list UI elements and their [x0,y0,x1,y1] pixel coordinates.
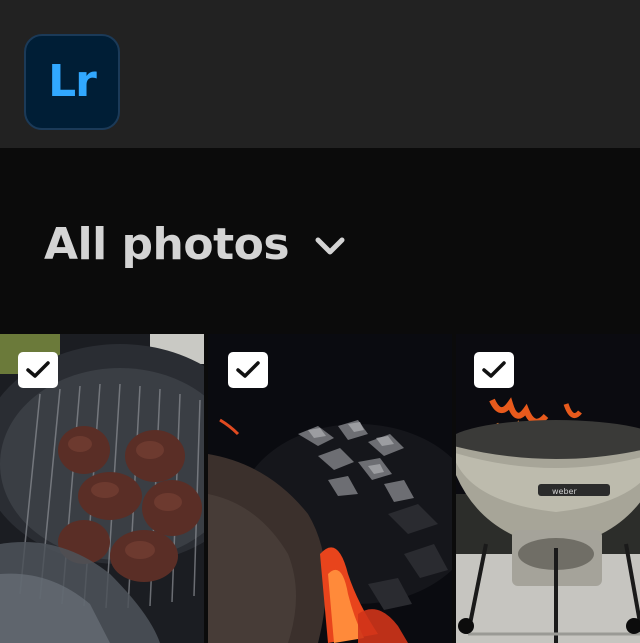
chevron-down-icon [315,237,345,255]
lightroom-app: Lr All photos weber [0,0,640,643]
checkmark-icon [482,361,506,378]
checkmark-icon [26,361,50,378]
album-title: All photos [44,218,290,270]
album-header: All photos [0,148,640,334]
selection-checkbox[interactable] [18,352,58,388]
photo-thumbnail[interactable]: weber [456,334,640,643]
photo-thumbnail[interactable] [0,334,204,643]
svg-text:weber: weber [552,487,577,496]
selection-checkbox[interactable] [474,352,514,388]
photo-grid: weber [0,334,640,643]
photo-thumbnail[interactable] [208,334,452,643]
lightroom-logo[interactable]: Lr [24,34,120,130]
logo-text: Lr [48,56,97,107]
top-bar: Lr [0,0,640,148]
selection-checkbox[interactable] [228,352,268,388]
checkmark-icon [236,361,260,378]
album-selector[interactable]: All photos [44,214,347,274]
